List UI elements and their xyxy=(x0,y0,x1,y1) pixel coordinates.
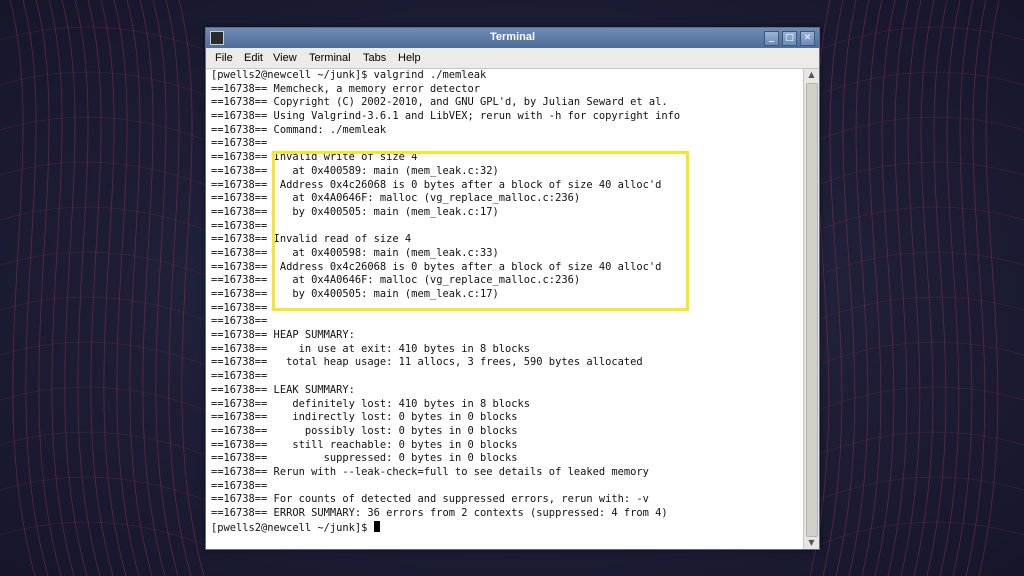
background-wave-line xyxy=(178,0,205,576)
background-wave-line xyxy=(817,161,1024,186)
terminal-line-text: ==16738== definitely lost: 410 bytes in … xyxy=(211,397,531,410)
terminal-line: ==16738== in use at exit: 410 bytes in 8… xyxy=(211,343,801,357)
background-wave-line xyxy=(0,161,206,186)
background-wave-line xyxy=(939,0,961,576)
background-wave-line xyxy=(926,0,948,576)
background-wave-line xyxy=(0,71,206,96)
terminal-line-text: ==16738== Command: ./memleak xyxy=(211,123,387,136)
background-wave-line xyxy=(817,386,1024,411)
vertical-scrollbar[interactable]: ▲ ▼ xyxy=(803,69,819,549)
terminal-line-text: ==16738== xyxy=(211,219,268,232)
background-wave-line xyxy=(817,296,1024,321)
terminal-line: ==16738== total heap usage: 11 allocs, 3… xyxy=(211,356,801,370)
terminal-line-text: ==16738== xyxy=(211,479,268,492)
terminal-line-text: ==16738== xyxy=(211,137,268,150)
window-controls: _ □ ✕ xyxy=(764,31,815,46)
background-wave-line xyxy=(874,0,896,576)
menu-file[interactable]: File xyxy=(215,52,233,64)
background-wave-line xyxy=(0,521,206,546)
background-wave-line xyxy=(822,0,844,576)
terminal-line: ==16738== possibly lost: 0 bytes in 0 bl… xyxy=(211,425,801,439)
terminal-line-text: ==16738== Memcheck, a memory error detec… xyxy=(211,82,480,95)
terminal-line: ==16738== Copyright (C) 2002-2010, and G… xyxy=(211,96,801,110)
terminal-line: ==16738== HEAP SUMMARY: xyxy=(211,329,801,343)
background-wave-line xyxy=(0,431,206,456)
background-wave-line xyxy=(817,341,1024,366)
background-wave-line xyxy=(817,71,1024,96)
minimize-button[interactable]: _ xyxy=(764,31,779,46)
terminal-line: ==16738== For counts of detected and sup… xyxy=(211,493,801,507)
background-wave-line xyxy=(848,0,870,576)
terminal-line: [pwells2@newcell ~/junk]$ xyxy=(211,520,801,535)
terminal-line-text: ==16738== For counts of detected and sup… xyxy=(211,493,649,506)
background-wave-line xyxy=(0,386,206,411)
highlight-box xyxy=(272,151,689,311)
terminal-line: ==16738== xyxy=(211,315,801,329)
scroll-up-arrow-icon[interactable]: ▲ xyxy=(805,69,818,81)
background-wave-line xyxy=(817,431,1024,456)
terminal-output[interactable]: [pwells2@newcell ~/junk]$ valgrind ./mem… xyxy=(206,69,803,549)
terminal-line: ==16738== indirectly lost: 0 bytes in 0 … xyxy=(211,411,801,425)
terminal-line: ==16738== definitely lost: 410 bytes in … xyxy=(211,398,801,412)
terminal-line-text: ==16738== Using Valgrind-3.6.1 and LibVE… xyxy=(211,110,681,123)
terminal-line-text: ==16738== Rerun with --leak-check=full t… xyxy=(211,465,649,478)
terminal-line: ==16738== Memcheck, a memory error detec… xyxy=(211,83,801,97)
terminal-line: ==16738== Rerun with --leak-check=full t… xyxy=(211,466,801,480)
background-wave-line xyxy=(0,116,206,141)
scroll-down-arrow-icon[interactable]: ▼ xyxy=(805,537,818,549)
menu-edit[interactable]: Edit xyxy=(244,52,263,64)
terminal-line: [pwells2@newcell ~/junk]$ valgrind ./mem… xyxy=(211,69,801,83)
terminal-line: ==16738== xyxy=(211,370,801,384)
background-wave-line xyxy=(0,296,206,321)
background-wave-line xyxy=(952,0,974,576)
menu-view[interactable]: View xyxy=(273,52,297,64)
menu-tabs[interactable]: Tabs xyxy=(363,52,386,64)
background-wave-line xyxy=(0,206,206,231)
maximize-button[interactable]: □ xyxy=(782,31,797,46)
background-wave-line xyxy=(965,0,987,576)
text-cursor xyxy=(373,520,380,532)
close-button[interactable]: ✕ xyxy=(800,31,815,46)
terminal-line: ==16738== Using Valgrind-3.6.1 and LibVE… xyxy=(211,110,801,124)
terminal-line: ==16738== Command: ./memleak xyxy=(211,124,801,138)
background-wave-line xyxy=(817,206,1024,231)
terminal-window: Terminal _ □ ✕ File Edit View Terminal T… xyxy=(205,27,820,550)
background-wave-line xyxy=(861,0,883,576)
menu-terminal[interactable]: Terminal xyxy=(309,52,351,64)
terminal-line-text: ==16738== total heap usage: 11 allocs, 3… xyxy=(211,356,643,369)
terminal-line-text: ==16738== ERROR SUMMARY: 36 errors from … xyxy=(211,507,668,519)
terminal-line: ==16738== still reachable: 0 bytes in 0 … xyxy=(211,439,801,453)
terminal-line: ==16738== LEAK SUMMARY: xyxy=(211,384,801,398)
background-wave-line xyxy=(900,0,922,576)
terminal-line-text: ==16738== indirectly lost: 0 bytes in 0 … xyxy=(211,411,518,424)
terminal-line-text: [pwells2@newcell ~/junk]$ valgrind ./mem… xyxy=(211,69,487,81)
terminal-line: ==16738== xyxy=(211,480,801,494)
terminal-line-text: ==16738== xyxy=(211,301,268,314)
terminal-line-text: ==16738== xyxy=(211,370,268,383)
terminal-line-text: ==16738== suppressed: 0 bytes in 0 block… xyxy=(211,452,518,465)
terminal-line-text: ==16738== LEAK SUMMARY: xyxy=(211,383,355,396)
terminal-line-text: [pwells2@newcell ~/junk]$ xyxy=(211,521,374,534)
terminal-line-text: ==16738== xyxy=(211,315,268,328)
scroll-thumb[interactable] xyxy=(806,83,818,537)
menu-bar: File Edit View Terminal Tabs Help xyxy=(206,48,819,69)
background-wave-line xyxy=(978,0,1000,576)
background-wave-line xyxy=(913,0,935,576)
title-bar[interactable]: Terminal _ □ ✕ xyxy=(206,28,819,48)
menu-help[interactable]: Help xyxy=(398,52,421,64)
terminal-line-text: ==16738== HEAP SUMMARY: xyxy=(211,329,355,342)
terminal-line-text: ==16738== Copyright (C) 2002-2010, and G… xyxy=(211,96,668,109)
background-wave-line xyxy=(0,341,206,366)
terminal-line: ==16738== ERROR SUMMARY: 36 errors from … xyxy=(211,507,801,521)
background-wave-line xyxy=(835,0,857,576)
terminal-line: ==16738== suppressed: 0 bytes in 0 block… xyxy=(211,452,801,466)
terminal-line-text: ==16738== still reachable: 0 bytes in 0 … xyxy=(211,438,518,451)
terminal-line: ==16738== xyxy=(211,137,801,151)
terminal-line-text: ==16738== possibly lost: 0 bytes in 0 bl… xyxy=(211,424,518,437)
background-wave-line xyxy=(887,0,909,576)
terminal-line-text: ==16738== in use at exit: 410 bytes in 8… xyxy=(211,342,531,355)
window-title: Terminal xyxy=(489,31,536,43)
